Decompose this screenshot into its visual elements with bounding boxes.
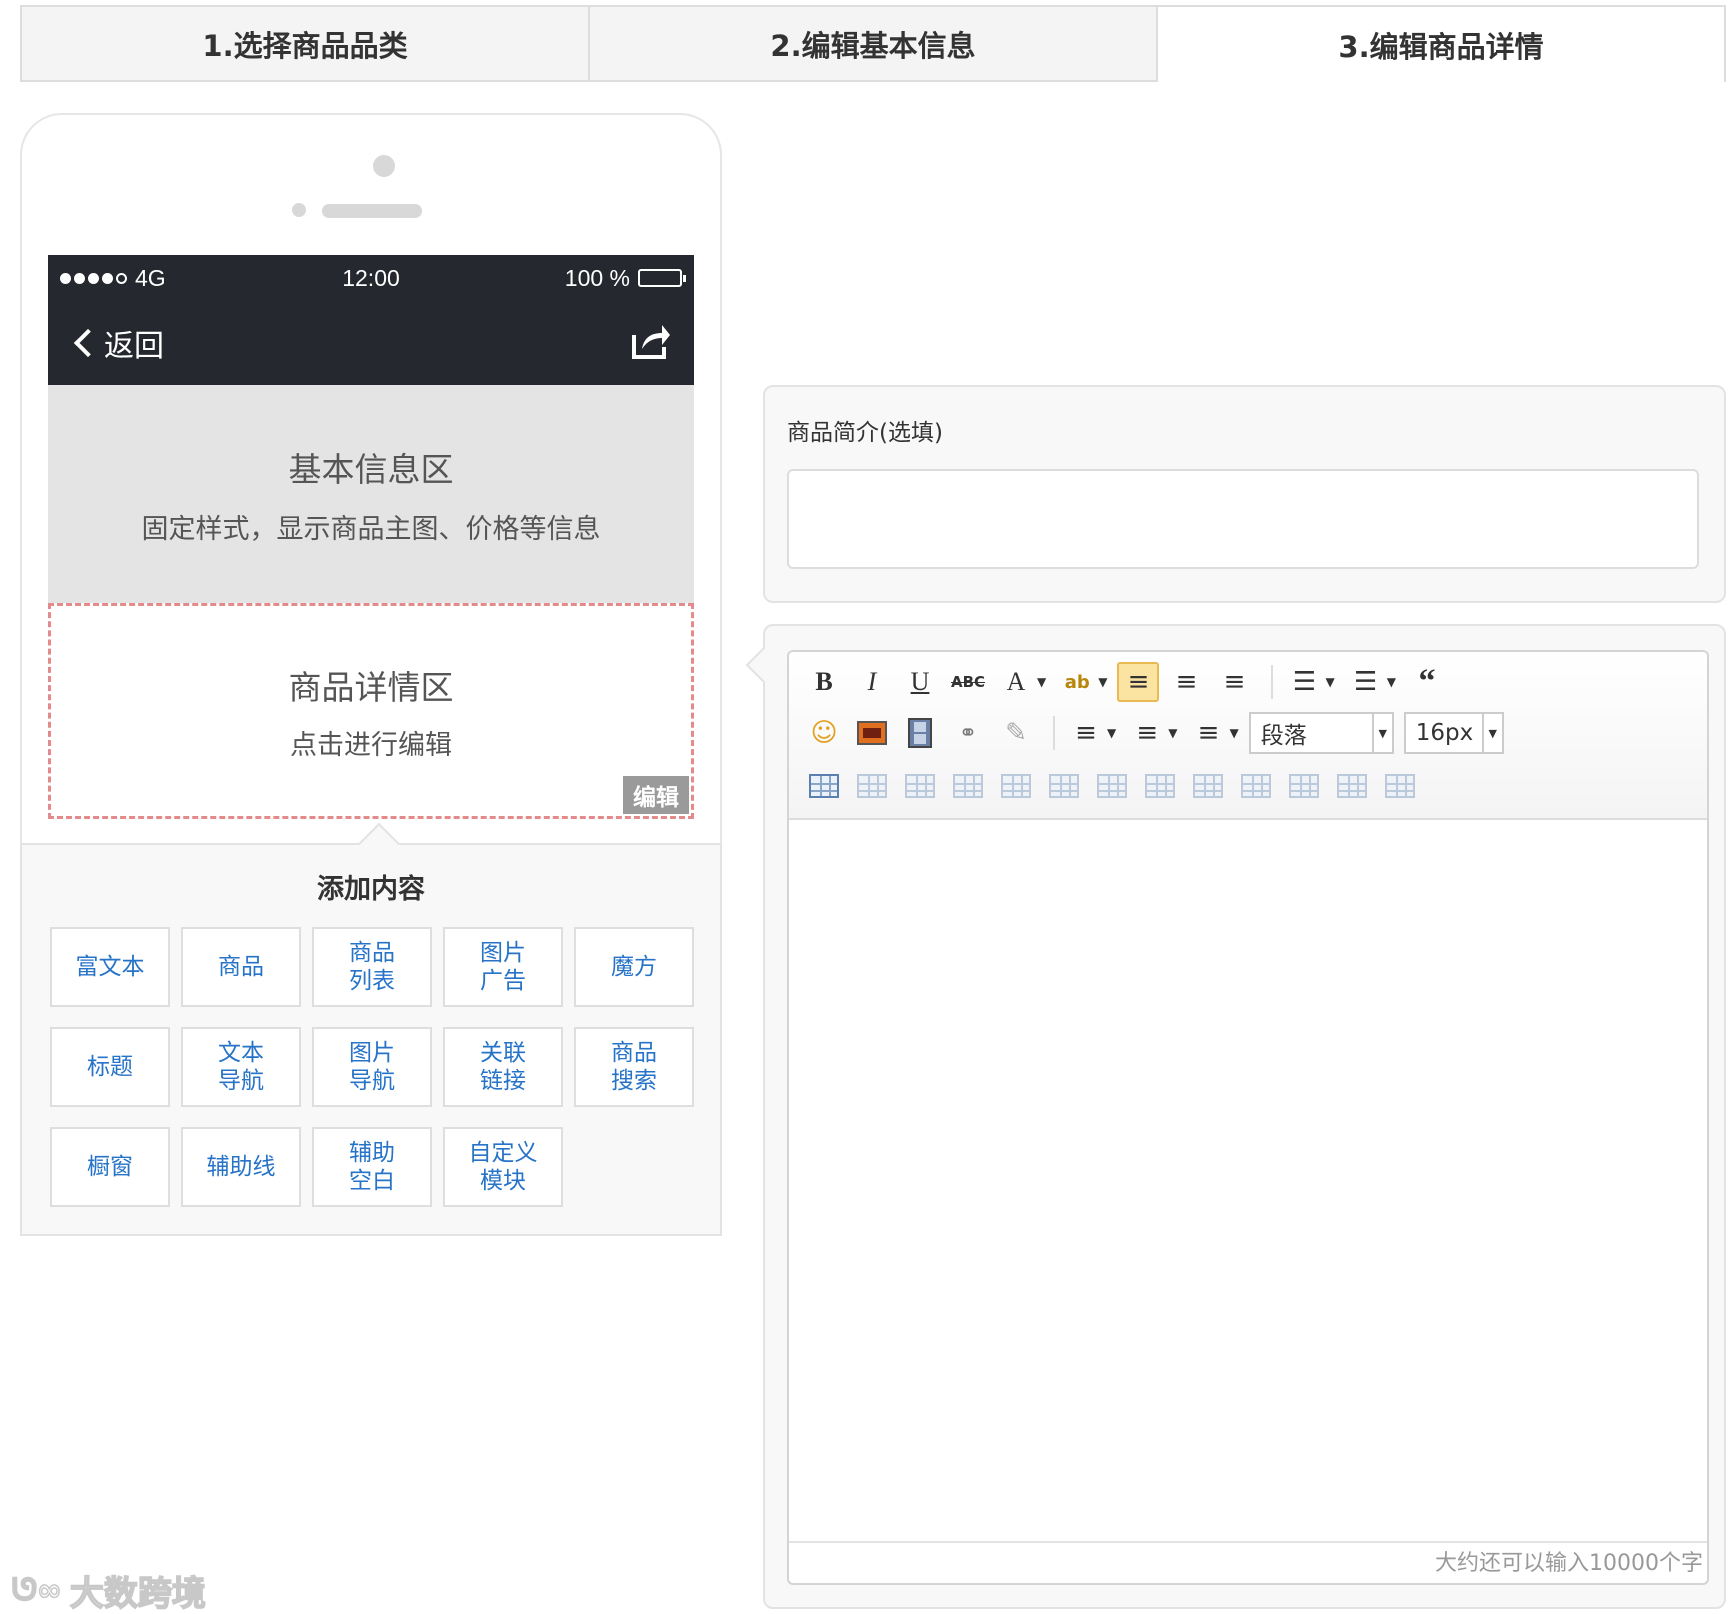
carrier-label: 4G <box>135 264 166 291</box>
add-title-button[interactable]: 标题 <box>50 1027 170 1107</box>
line-height-icon[interactable]: ≡ <box>1187 713 1229 753</box>
add-image-ad-button[interactable]: 图片 广告 <box>443 927 563 1007</box>
highlight-icon[interactable]: ab <box>1056 662 1098 702</box>
split-rows-icon[interactable] <box>1283 766 1325 806</box>
blockquote-icon[interactable]: “ <box>1406 662 1448 702</box>
add-link-button[interactable]: 关联 链接 <box>443 1027 563 1107</box>
table-props-icon[interactable] <box>1379 766 1421 806</box>
product-summary-input[interactable] <box>787 469 1699 569</box>
split-cols-icon[interactable] <box>1331 766 1373 806</box>
watermark-icon: ᘎ∞ <box>11 1572 62 1609</box>
paragraph-spacing-bottom-icon[interactable]: ≡ <box>1126 713 1168 753</box>
font-size-select[interactable]: 16px ▼ <box>1403 712 1504 754</box>
add-text-nav-button[interactable]: 文本 导航 <box>181 1027 301 1107</box>
word-count: 大约还可以输入10000个字 <box>1435 1551 1703 1576</box>
add-product-search-button[interactable]: 商品 搜索 <box>574 1027 694 1107</box>
detail-area-subtitle: 点击进行编辑 <box>290 729 452 761</box>
align-left-icon[interactable]: ≡ <box>1117 662 1160 702</box>
strikethrough-icon[interactable]: ABC <box>947 662 989 702</box>
back-button[interactable]: 返回 <box>70 321 164 365</box>
step-select-category[interactable]: 1.选择商品品类 <box>20 5 588 82</box>
chevron-down-icon[interactable]: ▼ <box>1098 675 1107 689</box>
ordered-list-icon[interactable]: ☰ <box>1345 662 1387 702</box>
add-custom-module-button[interactable]: 自定义 模块 <box>443 1127 563 1207</box>
bold-icon[interactable]: B <box>803 662 845 702</box>
back-label: 返回 <box>104 329 164 364</box>
product-detail-area[interactable]: 商品详情区 点击进行编辑 编辑 <box>48 603 694 819</box>
watermark-logo: ᘎ∞ 大数跨境 <box>11 1572 206 1614</box>
image-icon[interactable] <box>851 713 893 753</box>
insert-caption-icon[interactable] <box>899 766 941 806</box>
add-product-list-button[interactable]: 商品 列表 <box>312 927 432 1007</box>
italic-icon[interactable]: I <box>851 662 893 702</box>
sensor-dot <box>292 203 306 217</box>
delete-table-icon[interactable] <box>851 766 893 806</box>
eraser-icon[interactable]: ✎ <box>995 713 1037 753</box>
add-cube-button[interactable]: 魔方 <box>574 927 694 1007</box>
video-icon[interactable] <box>899 713 941 753</box>
align-center-icon[interactable]: ≡ <box>1165 662 1207 702</box>
battery-icon <box>638 269 686 287</box>
add-content-title: 添加内容 <box>317 874 425 905</box>
chevron-down-icon: ▼ <box>1371 714 1392 752</box>
add-showcase-button[interactable]: 橱窗 <box>50 1127 170 1207</box>
insert-col-icon[interactable] <box>995 766 1037 806</box>
chevron-down-icon[interactable]: ▼ <box>1168 726 1177 740</box>
detail-editor-box: B I U ABC A▼ ab▼ ≡ ≡ ≡ ☰▼ ☰▼ “ ☺ ⚭ ✎ <box>745 624 1726 1609</box>
phone-navbar: 返回 <box>48 301 694 385</box>
insert-row-icon[interactable] <box>947 766 989 806</box>
font-color-icon[interactable]: A <box>995 662 1037 702</box>
align-right-icon[interactable]: ≡ <box>1213 662 1255 702</box>
editor-toolbar: B I U ABC A▼ ab▼ ≡ ≡ ≡ ☰▼ ☰▼ “ ☺ ⚭ ✎ <box>789 652 1707 820</box>
emoji-icon[interactable]: ☺ <box>803 713 845 753</box>
product-summary-box: 商品简介(选填) <box>763 385 1726 603</box>
camera-dot <box>373 155 395 177</box>
link-icon[interactable]: ⚭ <box>947 713 989 753</box>
share-icon[interactable] <box>630 321 672 365</box>
basic-info-area: 基本信息区 固定样式，显示商品主图、价格等信息 <box>48 385 694 603</box>
chevron-left-icon <box>73 328 103 358</box>
chevron-down-icon[interactable]: ▼ <box>1387 675 1396 689</box>
basic-info-subtitle: 固定样式，显示商品主图、价格等信息 <box>141 513 601 545</box>
phone-screen: 4G 12:00 100 % 返回 基本信息区 固定样式，显示商品主图、价格等信… <box>48 255 694 845</box>
merge-right-icon[interactable] <box>1139 766 1181 806</box>
signal-icon <box>60 272 127 284</box>
step-tabs: 1.选择商品品类 2.编辑基本信息 3.编辑商品详情 <box>20 5 1726 82</box>
detail-area-title: 商品详情区 <box>288 667 454 707</box>
editor-content-area[interactable] <box>789 820 1707 1545</box>
unordered-list-icon[interactable]: ☰ <box>1283 662 1325 702</box>
add-divider-button[interactable]: 辅助线 <box>181 1127 301 1207</box>
delete-col-icon[interactable] <box>1043 766 1085 806</box>
paragraph-spacing-top-icon[interactable]: ≡ <box>1065 713 1107 753</box>
chevron-down-icon[interactable]: ▼ <box>1229 726 1238 740</box>
add-content-grid: 富文本 商品 商品 列表 图片 广告 魔方 标题 文本 导航 图片 导航 关联 … <box>50 927 700 1207</box>
merge-cells-icon[interactable] <box>1091 766 1133 806</box>
chevron-down-icon: ▼ <box>1481 714 1502 752</box>
chevron-down-icon[interactable]: ▼ <box>1325 675 1334 689</box>
add-product-button[interactable]: 商品 <box>181 927 301 1007</box>
speaker-bar <box>322 204 422 218</box>
insert-table-icon[interactable] <box>803 766 845 806</box>
underline-icon[interactable]: U <box>899 662 941 702</box>
add-content-panel: 添加内容 富文本 商品 商品 列表 图片 广告 魔方 标题 文本 导航 图片 导… <box>20 822 722 1236</box>
rich-text-editor: B I U ABC A▼ ab▼ ≡ ≡ ≡ ☰▼ ☰▼ “ ☺ ⚭ ✎ <box>787 650 1709 1585</box>
status-bar: 4G 12:00 100 % <box>48 255 694 301</box>
battery-percent: 100 % <box>564 264 630 291</box>
chevron-down-icon[interactable]: ▼ <box>1037 675 1046 689</box>
add-image-nav-button[interactable]: 图片 导航 <box>312 1027 432 1107</box>
status-time: 12:00 <box>342 264 400 291</box>
split-cells-icon[interactable] <box>1235 766 1277 806</box>
basic-info-title: 基本信息区 <box>288 449 454 489</box>
merge-down-icon[interactable] <box>1187 766 1229 806</box>
product-summary-label: 商品简介(选填) <box>787 420 943 446</box>
edit-tag[interactable]: 编辑 <box>623 776 689 814</box>
step-edit-product-detail[interactable]: 3.编辑商品详情 <box>1156 5 1726 82</box>
add-blank-button[interactable]: 辅助 空白 <box>312 1127 432 1207</box>
chevron-down-icon[interactable]: ▼ <box>1107 726 1116 740</box>
paragraph-select[interactable]: 段落 ▼ <box>1248 712 1394 754</box>
add-rich-text-button[interactable]: 富文本 <box>50 927 170 1007</box>
step-edit-basic-info[interactable]: 2.编辑基本信息 <box>588 5 1156 82</box>
